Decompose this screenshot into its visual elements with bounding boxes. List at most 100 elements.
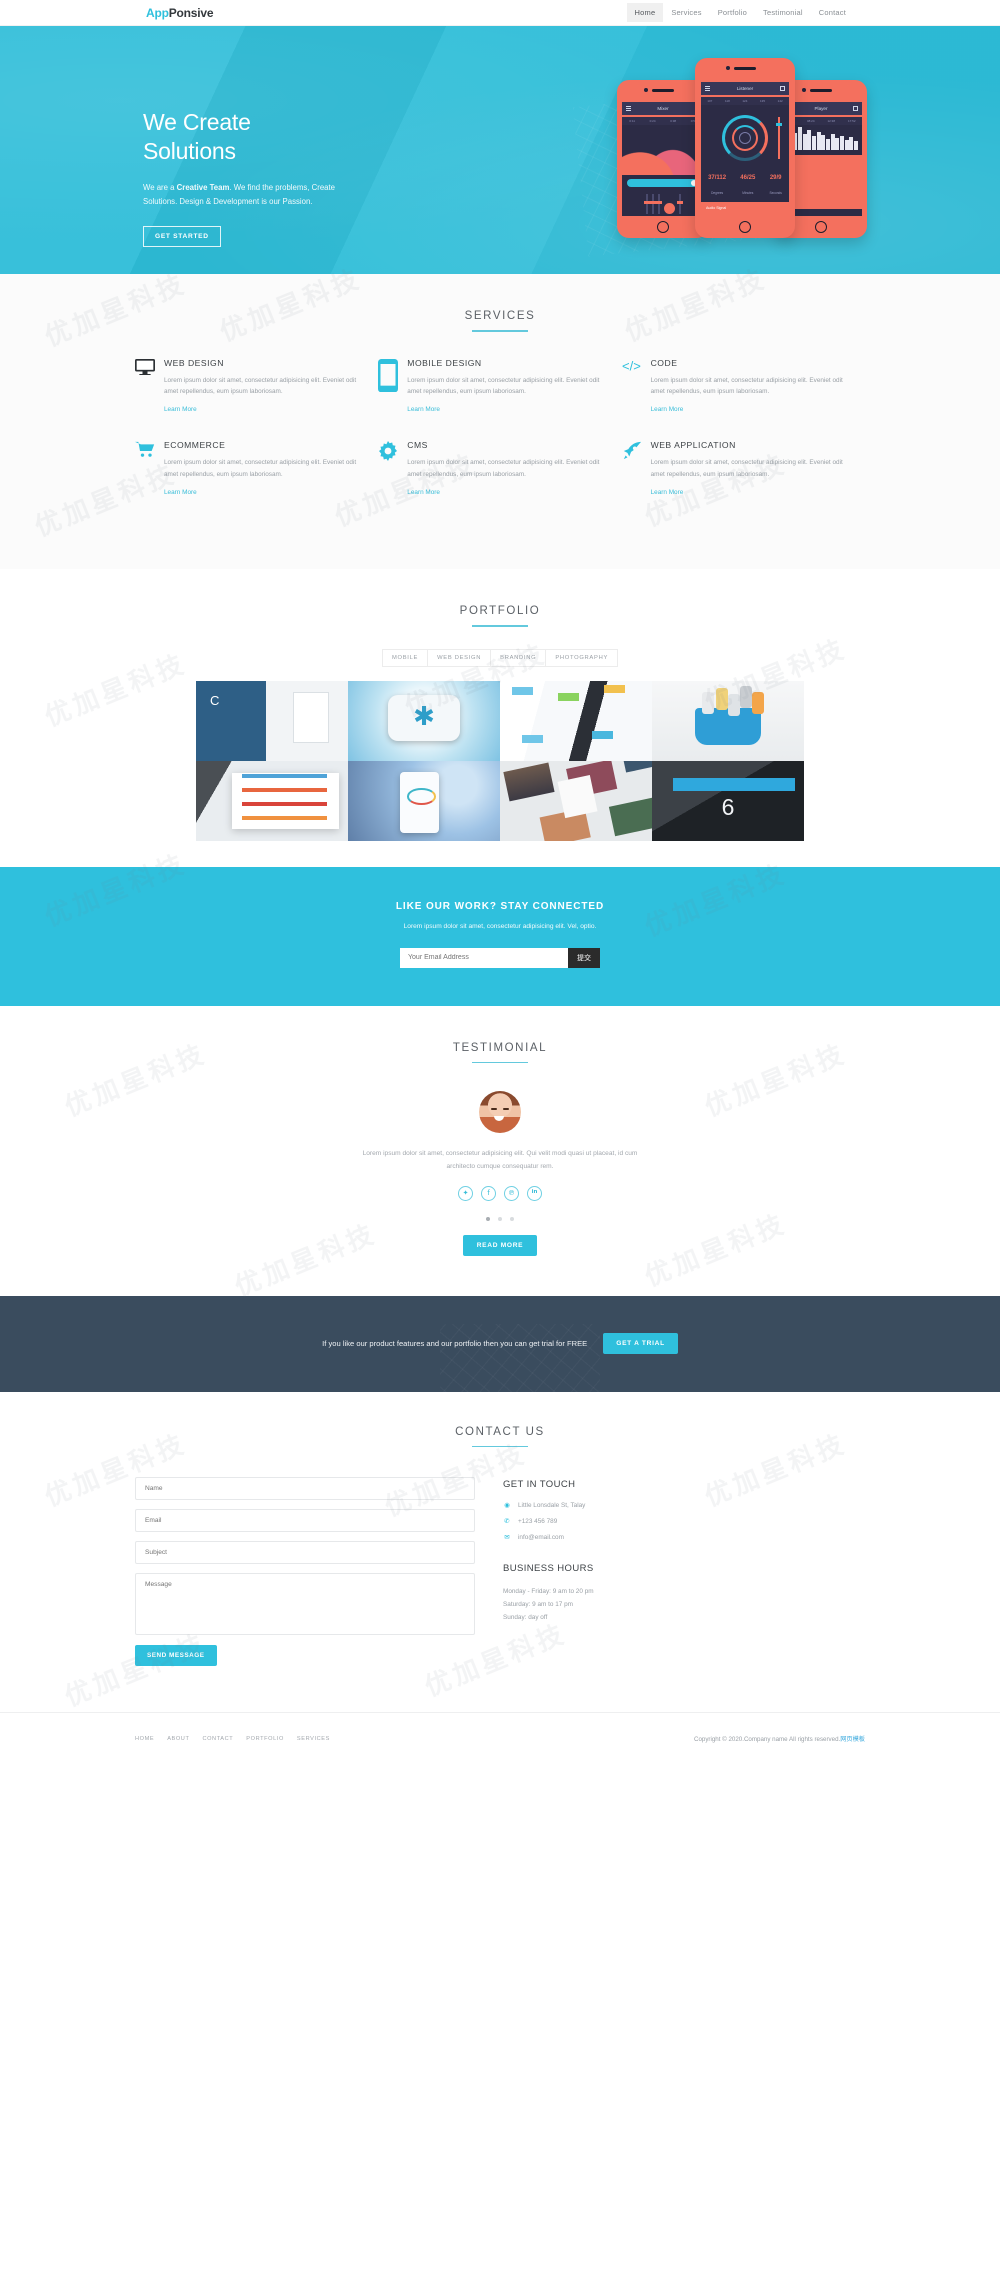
footer-link-contact[interactable]: CONTACT (202, 1736, 233, 1742)
phone-camera-icon (644, 88, 674, 92)
service-text: Lorem ipsum dolor sit amet, consectetur … (650, 459, 843, 479)
hero-subtitle: We are a Creative Team. We find the prob… (143, 181, 339, 210)
site-footer: HOME ABOUT CONTACT PORTFOLIO SERVICES Co… (0, 1712, 1000, 1765)
portfolio-title: PORTFOLIO (459, 604, 541, 617)
service-card-mobile-design[interactable]: MOBILE DESIGN Lorem ipsum dolor sit amet… (378, 358, 621, 417)
contact-title-underline (472, 1445, 528, 1448)
pinterest-icon[interactable]: ℗ (504, 1185, 519, 1201)
location-pin-icon: ◉ (504, 1501, 510, 1510)
services-section: SERVICES WEB DESIGN Lorem ipsum dolor si… (0, 274, 1000, 569)
phone-stat-value-1: 46/25 (740, 175, 756, 181)
contact-email-input[interactable] (135, 1509, 475, 1533)
rocket-icon (622, 440, 642, 499)
portfolio-filter-branding[interactable]: BRANDING (490, 648, 546, 667)
contact-phone-row: ✆ +123 456 789 (503, 1517, 865, 1525)
send-message-button[interactable]: SEND MESSAGE (135, 1645, 217, 1667)
service-card-cms[interactable]: CMS Lorem ipsum dolor sit amet, consecte… (378, 440, 621, 499)
phone-camera-icon (802, 88, 832, 92)
carousel-dot-1[interactable] (486, 1216, 490, 1221)
phone-stat-label-0: Degrees (711, 191, 724, 195)
get-started-button[interactable]: GET STARTED (143, 225, 221, 247)
contact-subject-input[interactable] (135, 1541, 475, 1565)
hero-title-line1: We Create (143, 109, 251, 135)
portfolio-item-dashboard-ui-kit[interactable] (500, 680, 652, 761)
portfolio-item-medical-app-icon[interactable] (348, 680, 500, 761)
service-text: Lorem ipsum dolor sit amet, consectetur … (407, 459, 600, 479)
newsletter-submit-button[interactable]: 提交 (568, 947, 600, 968)
monitor-icon (135, 358, 155, 417)
portfolio-item-tablet-project-dashboard[interactable] (196, 760, 348, 841)
twitter-icon[interactable]: ✦ (458, 1185, 473, 1201)
service-card-web-application[interactable]: WEB APPLICATION Lorem ipsum dolor sit am… (622, 440, 865, 499)
footer-link-portfolio[interactable]: PORTFOLIO (246, 1736, 284, 1742)
portfolio-filter-web-design[interactable]: WEB DESIGN (427, 648, 491, 667)
service-learn-more-link[interactable]: Learn More (407, 406, 440, 413)
business-hours-saturday: Saturday: 9 am to 17 pm (503, 1601, 573, 1609)
hero-title: We Create Solutions (143, 108, 423, 167)
newsletter-section: LIKE OUR WORK? STAY CONNECTED Lorem ipsu… (0, 866, 1000, 1006)
service-title: MOBILE DESIGN (407, 357, 482, 368)
footer-link-home[interactable]: HOME (135, 1736, 154, 1742)
phone-stat-value-0: 37/112 (708, 175, 727, 181)
nav-item-home[interactable]: Home (626, 3, 664, 22)
nav-item-portfolio[interactable]: Portfolio (710, 3, 755, 22)
newsletter-subtitle: Lorem ipsum dolor sit amet, consectetur … (403, 922, 597, 930)
carousel-dot-2[interactable] (498, 1216, 502, 1221)
nav-item-contact[interactable]: Contact (811, 3, 854, 22)
logo-text-primary: App (146, 5, 169, 20)
contact-name-input[interactable] (135, 1477, 475, 1501)
service-learn-more-link[interactable]: Learn More (407, 489, 440, 496)
portfolio-filter-mobile[interactable]: MOBILE (381, 648, 428, 667)
cart-icon (135, 440, 155, 499)
portfolio-item-designer-toolbag-icon[interactable] (652, 680, 804, 761)
service-learn-more-link[interactable]: Learn More (164, 406, 197, 413)
phone-stat-label-1: Minutes (742, 191, 754, 195)
portfolio-item-tablet-counter-app[interactable] (652, 760, 804, 841)
get-in-touch-title: GET IN TOUCH (503, 1479, 576, 1491)
hero-title-line2: Solutions (143, 138, 236, 165)
service-card-web-design[interactable]: WEB DESIGN Lorem ipsum dolor sit amet, c… (135, 358, 378, 417)
service-learn-more-link[interactable]: Learn More (651, 489, 684, 496)
page-root: AppPonsive Home Services Portfolio Testi… (0, 0, 1000, 1765)
site-logo[interactable]: AppPonsive (146, 5, 214, 20)
nav-item-testimonial[interactable]: Testimonial (755, 3, 811, 22)
envelope-icon: ✉ (504, 1533, 510, 1542)
phone-stat-label-2: Seconds (769, 191, 782, 195)
phone-home-button-icon (739, 221, 751, 233)
newsletter-email-input[interactable] (400, 947, 568, 968)
portfolio-item-close-app-landing-page[interactable] (196, 680, 348, 761)
facebook-icon[interactable]: f (481, 1185, 496, 1201)
portfolio-filters: MOBILE WEB DESIGN BRANDING PHOTOGRAPHY (135, 648, 865, 667)
carousel-dot-3[interactable] (510, 1216, 514, 1221)
copyright-cn-link[interactable]: 网页模板 (840, 1736, 865, 1743)
testimonial-title: TESTIMONIAL (452, 1041, 548, 1054)
portfolio-filter-photography[interactable]: PHOTOGRAPHY (545, 648, 619, 667)
business-hours-title: BUSINESS HOURS (503, 1563, 594, 1575)
footer-copyright: Copyright © 2020.Company name All rights… (694, 1734, 865, 1743)
trial-cta-section: If you like our product features and our… (0, 1295, 1000, 1392)
service-learn-more-link[interactable]: Learn More (651, 406, 684, 413)
code-icon: </> (622, 358, 642, 417)
phone-app-title-listener: Listener (736, 86, 754, 91)
portfolio-grid (196, 680, 804, 841)
contact-phone: +123 456 789 (518, 1517, 558, 1525)
phone-camera-icon (726, 66, 756, 70)
portfolio-item-photo-cards-collage[interactable] (500, 760, 652, 841)
phone-icon: ✆ (504, 1517, 510, 1526)
service-card-ecommerce[interactable]: ECOMMERCE Lorem ipsum dolor sit amet, co… (135, 440, 378, 499)
phone-mockup-listener: Listener 107 118 124 135 142 37/112 Degrees 4… (695, 58, 795, 238)
services-title: SERVICES (464, 310, 536, 322)
service-learn-more-link[interactable]: Learn More (164, 489, 197, 496)
phone-stat-value-2: 29/9 (769, 175, 782, 181)
footer-link-services[interactable]: SERVICES (297, 1736, 330, 1742)
gear-icon (378, 440, 398, 499)
get-a-trial-button[interactable]: GET A TRIAL (603, 1333, 678, 1355)
nav-item-services[interactable]: Services (663, 3, 709, 22)
service-card-code[interactable]: </> CODE Lorem ipsum dolor sit amet, con… (622, 358, 865, 417)
contact-message-textarea[interactable] (135, 1573, 475, 1636)
portfolio-item-speed-test-mobile-app[interactable] (348, 760, 500, 841)
read-more-button[interactable]: READ MORE (462, 1234, 538, 1256)
footer-link-about[interactable]: ABOUT (167, 1736, 189, 1742)
testimonial-social-links: ✦ f ℗ in (135, 1185, 865, 1201)
linkedin-icon[interactable]: in (527, 1185, 542, 1201)
